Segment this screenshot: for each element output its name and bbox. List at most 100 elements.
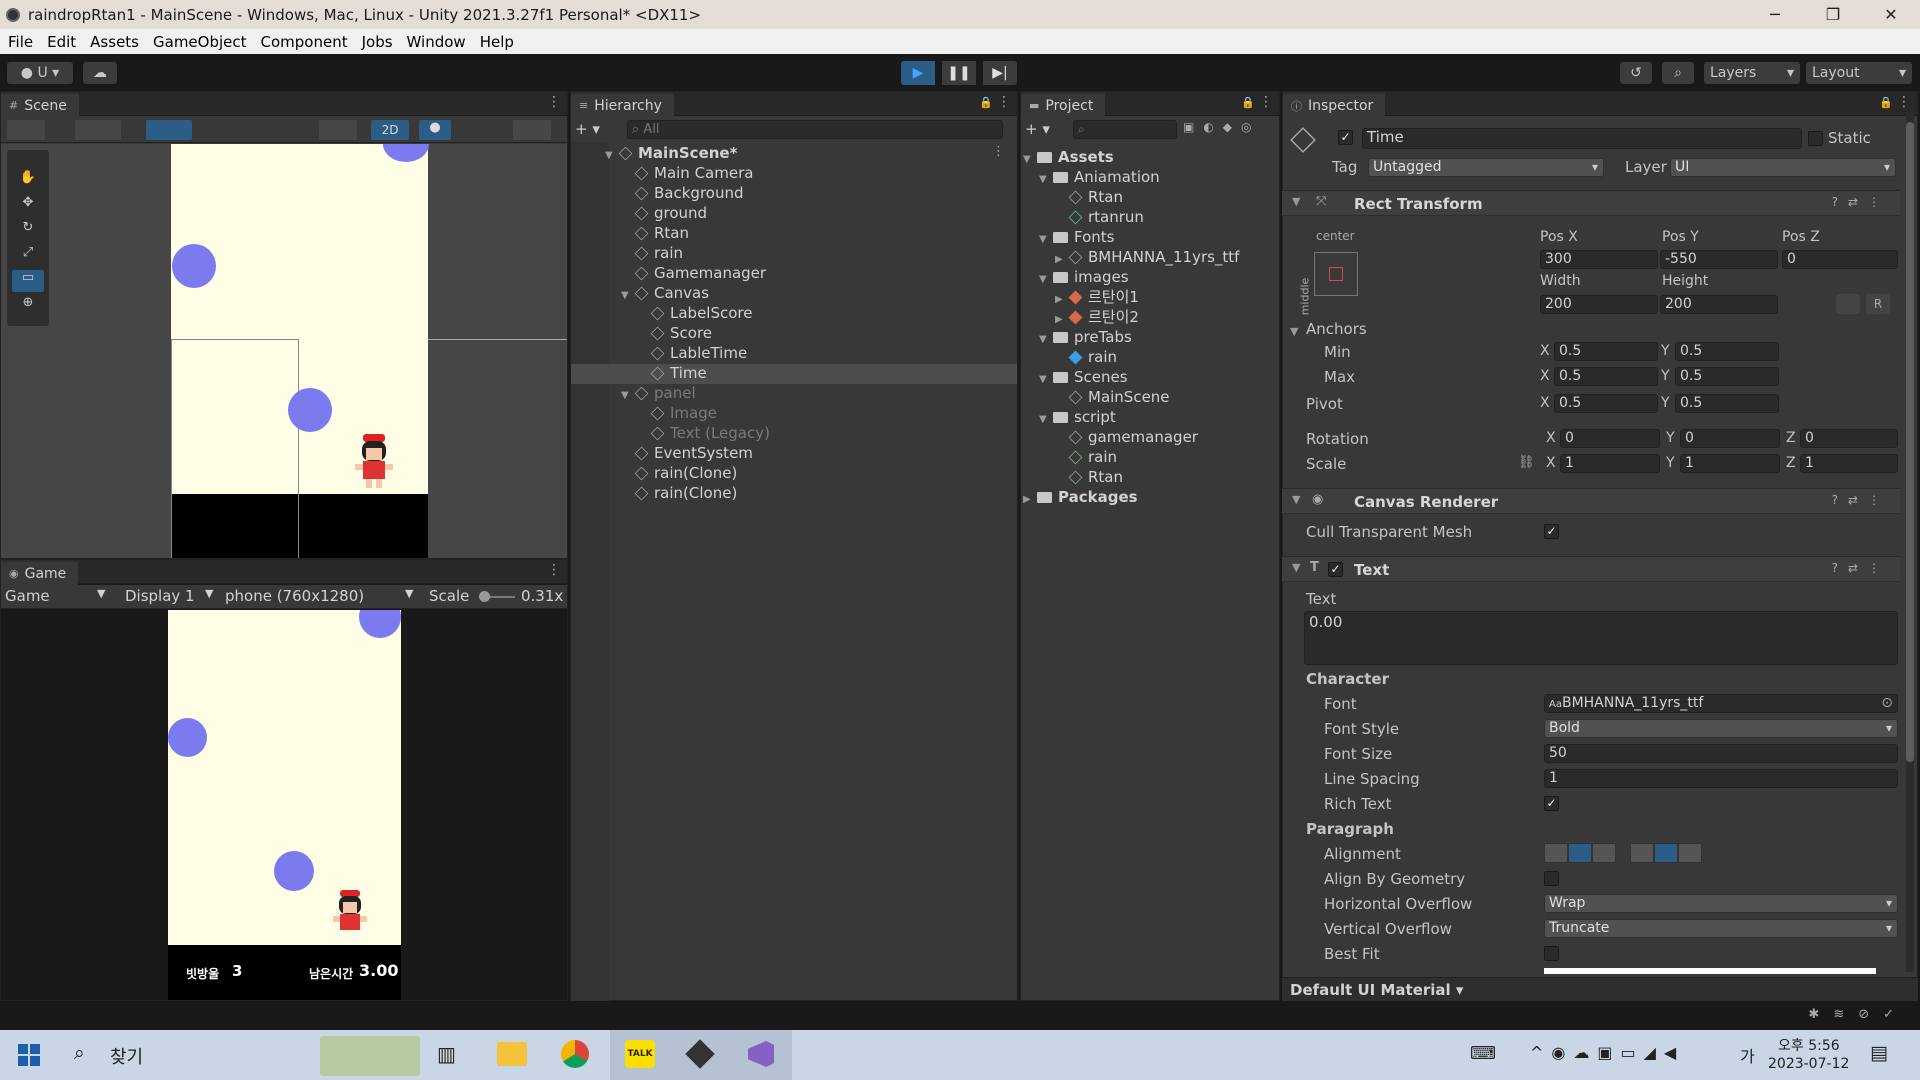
hand-tool-icon[interactable]: ✋ [12,170,44,192]
hierarchy-item[interactable]: ▼ panel [571,383,1017,403]
constrain-proportions-icon[interactable]: ⛓ [1518,455,1535,470]
align-geometry-checkbox[interactable] [1544,871,1559,886]
component-header-icons[interactable]: ?⇄⋮ [1832,493,1890,507]
height-field[interactable]: 200 [1660,295,1778,314]
hierarchy-item[interactable]: Time [571,363,1017,383]
project-create-button[interactable]: + ▾ [1025,120,1055,138]
project-item[interactable]: Rtan [1021,187,1279,207]
cloud-button[interactable]: ☁ [83,62,117,84]
hierarchy-search-input[interactable]: ⌕ All [627,120,1003,139]
project-search-input[interactable]: ⌕ [1073,120,1177,139]
color-field[interactable] [1544,968,1876,974]
taskbar-date[interactable]: 2023-07-12 [1768,1056,1849,1072]
menu-help[interactable]: Help [472,33,520,51]
scale-y-field[interactable]: 1 [1680,454,1780,473]
text-component-header[interactable]: ▼ T ✓ Text ?⇄⋮ [1282,556,1900,582]
project-item[interactable]: ▼ Aniamation [1021,167,1279,187]
scene-menu-icon[interactable]: ⋮ [547,94,561,110]
game-mode-dropdown[interactable]: Game ▼ [5,587,111,607]
hierarchy-item[interactable]: Gamemanager [571,263,1017,283]
file-explorer-icon[interactable] [497,1042,527,1066]
menu-gameobject[interactable]: GameObject [145,33,253,51]
align-top-button[interactable] [1630,843,1654,863]
hierarchy-item[interactable]: Text (Legacy) [571,423,1017,443]
menu-window[interactable]: Window [399,33,472,51]
chrome-icon[interactable] [561,1040,589,1068]
hierarchy-item[interactable]: rain(Clone) [571,483,1017,503]
static-checkbox[interactable] [1808,131,1823,146]
account-dropdown[interactable]: ● U ▾ [7,62,73,84]
lock-icon[interactable]: 🔒 [1879,96,1893,109]
project-item[interactable]: ▼ preTabs [1021,327,1279,347]
system-tray-icons[interactable]: ^◉☁▣▭◢◀ [1530,1043,1684,1062]
hierarchy-menu-icon[interactable]: ⋮ [997,94,1011,110]
hierarchy-item[interactable]: Main Camera [571,163,1017,183]
anchor-preset-button[interactable] [1314,252,1358,296]
text-enabled-checkbox[interactable]: ✓ [1328,562,1343,577]
search-button[interactable]: ⌕ [1662,62,1694,84]
hierarchy-item[interactable]: ▼ MainScene* [571,143,1017,163]
menu-edit[interactable]: Edit [39,33,82,51]
project-item[interactable]: ▼ Scenes [1021,367,1279,387]
lock-icon[interactable]: 🔒 [1241,96,1255,109]
rect-tool-icon[interactable]: ▭ [12,270,44,292]
fold-arrow-icon[interactable]: ▼ [1039,270,1053,290]
menu-file[interactable]: File [0,33,39,51]
inspector-menu-icon[interactable]: ⋮ [1897,94,1911,110]
align-bottom-button[interactable] [1678,843,1702,863]
lighting-toggle[interactable]: ● [419,120,451,140]
windows-start-icon[interactable] [18,1044,40,1066]
scene-menu-icon[interactable]: ⋮ [992,144,1005,159]
material-dropdown[interactable]: Default UI Material ▾ [1290,981,1463,999]
tab-project[interactable]: ▬ Project [1021,92,1106,117]
hierarchy-item[interactable]: EventSystem [571,443,1017,463]
blueprint-mode-button[interactable] [1836,294,1860,314]
scale-x-field[interactable]: 1 [1560,454,1660,473]
play-button[interactable]: ▶ [901,61,935,85]
game-menu-icon[interactable]: ⋮ [547,562,561,578]
scene-viewport[interactable] [1,144,567,558]
project-menu-icon[interactable]: ⋮ [1259,94,1273,110]
hierarchy-item[interactable]: rain(Clone) [571,463,1017,483]
draw-mode-dropdown[interactable] [75,120,121,140]
fold-arrow-icon[interactable]: ▼ [1039,370,1053,390]
posx-field[interactable]: 300 [1540,250,1658,269]
project-item[interactable]: ▼ script [1021,407,1279,427]
vertical-overflow-dropdown[interactable]: Truncate [1544,919,1898,938]
project-item[interactable]: ▶ Packages [1021,487,1279,507]
history-button[interactable]: ↺ [1620,62,1652,84]
object-picker-icon[interactable]: ⊙ [1881,695,1893,712]
ime-indicator[interactable]: 가 [1740,1043,1755,1067]
component-header-icons[interactable]: ?⇄⋮ [1832,195,1890,209]
font-style-dropdown[interactable]: Bold [1544,719,1898,738]
menu-jobs[interactable]: Jobs [354,33,399,51]
project-item[interactable]: ▼ Assets [1021,147,1279,167]
step-button[interactable]: ▶| [983,61,1017,85]
keyboard-icon[interactable]: ⌨ [1470,1043,1496,1064]
font-size-field[interactable]: 50 [1544,744,1898,763]
layers-dropdown[interactable]: Layers ▾ [1704,62,1800,84]
project-item[interactable]: rain [1021,447,1279,467]
status-icons[interactable]: ✱≋⊘✓ [1808,1007,1908,1022]
hierarchy-item[interactable]: LableTime [571,343,1017,363]
fold-arrow-icon[interactable]: ▼ [1039,230,1053,250]
minimize-button[interactable]: ─ [1746,0,1804,29]
hierarchy-item[interactable]: Background [571,183,1017,203]
project-item[interactable]: ▶ 르탄이2 [1021,307,1279,327]
cull-mesh-checkbox[interactable]: ✓ [1544,524,1559,539]
rotate-tool-icon[interactable]: ↻ [12,220,44,242]
fold-arrow-icon[interactable]: ▼ [1290,325,1298,338]
maximize-button[interactable]: ❐ [1804,0,1862,29]
gizmo-tool-dropdown[interactable] [7,120,45,140]
taskbar-time[interactable]: 오후 5:56 [1778,1035,1840,1055]
component-header-icons[interactable]: ?⇄⋮ [1832,561,1890,575]
fold-arrow-icon[interactable]: ▶ [1023,490,1037,510]
anchor-min-x-field[interactable]: 0.5 [1554,342,1658,361]
project-item[interactable]: gamemanager [1021,427,1279,447]
tab-inspector[interactable]: ⓘ Inspector [1283,92,1386,117]
move-tool-icon[interactable]: ✥ [12,195,44,217]
anchor-max-x-field[interactable]: 0.5 [1554,367,1658,386]
inspector-scrollbar[interactable] [1906,112,1914,972]
rotation-y-field[interactable]: 0 [1680,429,1780,448]
anchor-min-y-field[interactable]: 0.5 [1675,342,1779,361]
